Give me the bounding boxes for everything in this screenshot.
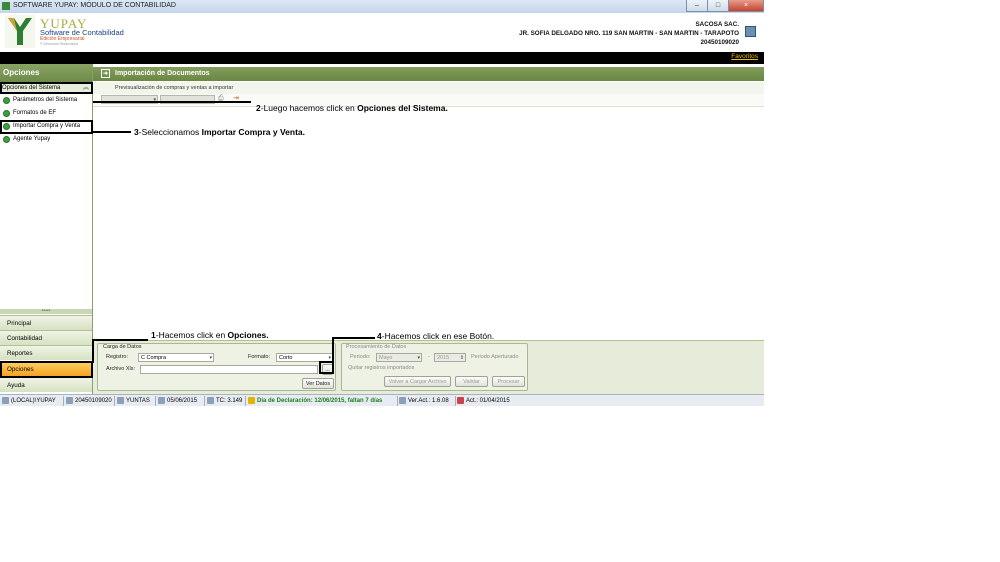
- green-arrow-icon: [3, 110, 10, 117]
- app-icon: [2, 2, 10, 10]
- volver-cargar-button[interactable]: Volver a Cargar Archivo: [384, 376, 451, 387]
- company-ruc: 20450109020: [700, 39, 739, 46]
- annotation-4: 4-Hacemos click en ese Botón.: [377, 331, 495, 341]
- calendar-icon: [457, 396, 464, 404]
- favorites-bar: Favoritos: [0, 52, 764, 64]
- annotation-line-1: [93, 339, 148, 341]
- annotation-line-3: [93, 131, 131, 133]
- ver-datos-button[interactable]: Ver Datos: [302, 378, 334, 389]
- sidebar-item-label: Agente Yupay: [13, 136, 51, 142]
- annotation-line-1-v: [92, 339, 94, 363]
- annotation-2: 2-Luego hacemos click en Opciones del Si…: [256, 103, 448, 113]
- status-act: Act.: 01/04/2015: [457, 395, 510, 406]
- archivo-input[interactable]: [140, 365, 318, 374]
- status-server: (LOCAL)\YUPAY: [2, 395, 56, 406]
- favorites-link[interactable]: Favoritos: [731, 53, 758, 60]
- page-title: ➜ Importación de Documentos: [93, 67, 764, 81]
- annotation-line-4: [333, 337, 375, 339]
- carga-group-title: Carga de Datos: [103, 344, 142, 350]
- checkmark-icon: [399, 396, 406, 404]
- green-arrow-icon: [3, 97, 10, 104]
- lightbulb-icon: [248, 396, 255, 404]
- registro-label: Registro:: [106, 354, 129, 360]
- mes-select[interactable]: Mayo ▾: [376, 353, 422, 362]
- nav-principal[interactable]: Principal: [0, 315, 92, 330]
- status-bar: (LOCAL)\YUPAY 20450109020 YUNTAS 05/06/2…: [0, 394, 764, 406]
- close-button[interactable]: ×: [728, 0, 764, 12]
- database-icon: [2, 396, 9, 404]
- maximize-button[interactable]: □: [707, 0, 729, 12]
- periodo-label: Periodo:: [350, 354, 371, 360]
- nav-reportes[interactable]: Reportes: [0, 345, 92, 360]
- status-date: 05/06/2015: [158, 395, 197, 406]
- minimize-button[interactable]: –: [686, 0, 708, 12]
- annotation-3: 3-Seleccionamos Importar Compra y Venta.: [134, 127, 306, 137]
- sidebar-item-agente[interactable]: Agente Yupay: [1, 134, 91, 145]
- arrow-right-icon: ➜: [101, 69, 110, 78]
- quitar-registros-checkbox[interactable]: Quitar registros importados: [348, 365, 414, 371]
- status-version: Ver.Act.: 1.6.08: [399, 395, 449, 406]
- periodo-aperturado-label: Periodo Aperturado: [471, 354, 519, 360]
- company-address: JR. SOFIA DELGADO NRO. 119 SAN MARTIN - …: [519, 30, 739, 37]
- company-name: SACOSA SAC.: [695, 21, 739, 28]
- annotation-line-4-v: [332, 337, 334, 362]
- procesamiento-title: Procesamiento de Datos: [346, 344, 407, 350]
- dash-separator: -: [428, 354, 430, 360]
- sidebar-title: Opciones: [0, 64, 92, 82]
- app-window: SOFTWARE YUPAY: MÓDULO DE CONTABILIDAD –…: [0, 0, 764, 406]
- carga-datos-group: Carga de Datos Registro: C Compra ▾ Forma…: [97, 343, 336, 391]
- highlight-browse-button: [319, 361, 334, 374]
- sidebar-item-label: Formatos de EF: [13, 110, 57, 116]
- formato-label: Formato:: [248, 354, 271, 360]
- page-title-text: Importación de Documentos: [115, 70, 210, 77]
- highlight-opciones-sistema: [0, 82, 93, 94]
- yupay-logo-icon: [5, 15, 35, 48]
- validar-button[interactable]: Validar: [455, 376, 488, 387]
- archivo-label: Archivo Xls:: [106, 366, 136, 372]
- anio-stepper[interactable]: 2015 ⇕: [434, 353, 466, 362]
- sidebar-splitter[interactable]: •••••: [0, 309, 92, 314]
- status-tc: TC: 3.149: [207, 395, 242, 406]
- bottom-panel: Carga de Datos Registro: C Compra ▾ Forma…: [93, 340, 764, 395]
- status-declaracion: Día de Declaración: 12/06/2015, faltan 7…: [248, 395, 382, 406]
- procesar-button[interactable]: Procesar: [492, 376, 525, 387]
- nav-ayuda[interactable]: Ayuda: [0, 377, 92, 392]
- green-arrow-icon: [3, 136, 10, 143]
- annotation-1: 1-Hacemos click en Opciones.: [151, 330, 269, 340]
- registro-select[interactable]: C Compra ▾: [138, 353, 214, 362]
- highlight-importar: [0, 120, 93, 134]
- sidebar-item-formatos[interactable]: Formatos de EF: [1, 108, 91, 119]
- annotation-line-2: [93, 101, 251, 103]
- calendar-icon: [158, 396, 165, 404]
- brand-rights: © Derechos Reservados: [40, 42, 79, 46]
- status-user: YUNTAS: [117, 395, 150, 406]
- exchange-icon: [207, 396, 214, 404]
- company-info: SACOSA SAC. JR. SOFIA DELGADO NRO. 119 S…: [519, 20, 739, 47]
- page-subtitle: Previsualización de compras y ventas a i…: [93, 82, 764, 94]
- nav-contabilidad[interactable]: Contabilidad: [0, 330, 92, 345]
- highlight-opciones-nav: [0, 361, 93, 378]
- sidebar: Opciones Opciones del Sistema ︽ Parámetr…: [0, 64, 93, 394]
- company-icon: [66, 396, 73, 404]
- sidebar-item-label: Parámetros del Sistema: [13, 97, 78, 103]
- procesamiento-group: Procesamiento de Datos Periodo: Mayo ▾ - …: [341, 343, 528, 391]
- app-header: YUPAY Software de Contabilidad Edición E…: [0, 13, 764, 52]
- sidebar-item-parametros[interactable]: Parámetros del Sistema: [1, 95, 91, 106]
- title-bar: SOFTWARE YUPAY: MÓDULO DE CONTABILIDAD –…: [0, 0, 764, 14]
- user-icon: [117, 396, 124, 404]
- window-title: SOFTWARE YUPAY: MÓDULO DE CONTABILIDAD: [13, 2, 176, 9]
- status-ruc: 20450109020: [66, 395, 112, 406]
- company-settings-icon[interactable]: [745, 26, 756, 37]
